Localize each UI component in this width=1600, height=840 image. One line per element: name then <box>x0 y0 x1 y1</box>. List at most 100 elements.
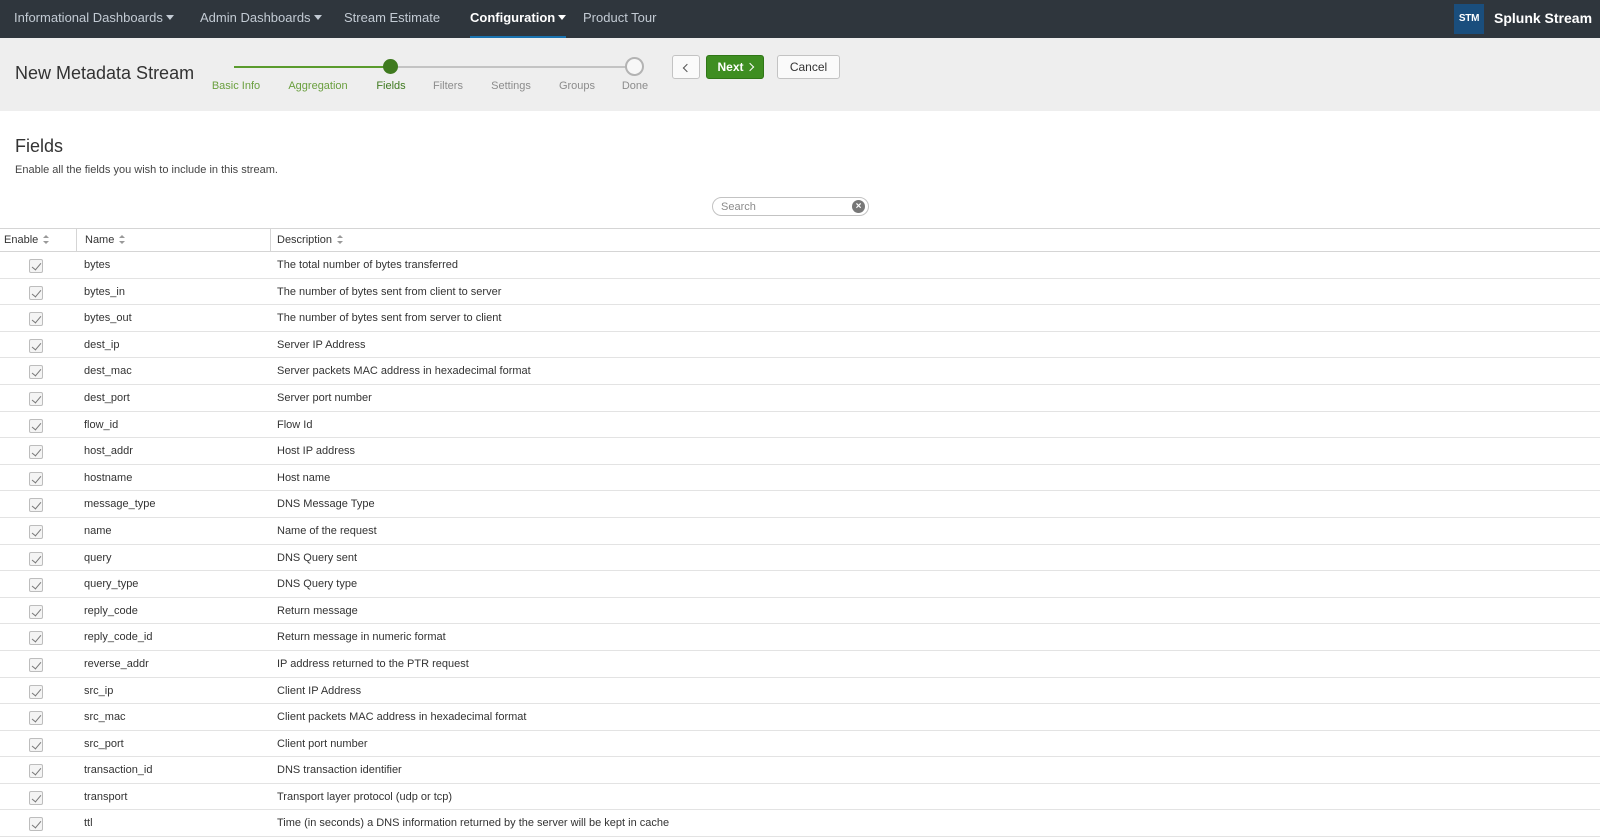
field-description: DNS transaction identifier <box>277 764 402 777</box>
field-name: dest_ip <box>84 338 120 351</box>
field-name: hostname <box>84 471 133 484</box>
field-description: Name of the request <box>277 524 377 537</box>
enable-checkbox[interactable] <box>29 498 43 513</box>
table-row: name Name of the request <box>0 518 1600 545</box>
app-title[interactable]: Splunk Stream <box>1494 0 1592 37</box>
cancel-button[interactable]: Cancel <box>777 55 840 79</box>
field-name: dest_port <box>84 391 130 404</box>
nav-product-tour[interactable]: Product Tour <box>583 0 656 38</box>
nav-label: Admin Dashboards <box>200 10 311 25</box>
enable-checkbox[interactable] <box>29 418 43 433</box>
enable-checkbox[interactable] <box>29 764 43 779</box>
field-name: message_type <box>84 498 156 511</box>
table-row: transport Transport layer protocol (udp o… <box>0 784 1600 811</box>
step-aggregation[interactable]: Aggregation <box>288 80 347 92</box>
field-description: Return message <box>277 604 358 617</box>
progress-line-pending <box>390 66 633 68</box>
nav-informational-dashboards[interactable]: Informational Dashboards <box>14 0 174 38</box>
chevron-right-icon <box>745 62 754 72</box>
step-fields[interactable]: Fields <box>376 80 405 92</box>
field-name: flow_id <box>84 418 119 431</box>
nav-admin-dashboards[interactable]: Admin Dashboards <box>200 0 322 38</box>
enable-checkbox[interactable] <box>29 445 43 460</box>
step-done: Done <box>621 80 649 92</box>
table-row: hostname Host name <box>0 465 1600 492</box>
app-badge[interactable]: STM <box>1454 4 1484 34</box>
clear-search-icon[interactable]: × <box>852 200 865 213</box>
table-row: reply_code_id Return message in numeric f… <box>0 624 1600 651</box>
nav-stream-estimate[interactable]: Stream Estimate <box>344 0 440 38</box>
column-header-name[interactable]: Name <box>85 229 126 251</box>
enable-checkbox[interactable] <box>29 285 43 300</box>
enable-checkbox[interactable] <box>29 524 43 539</box>
enable-checkbox[interactable] <box>29 737 43 752</box>
table-row: query DNS Query sent <box>0 545 1600 572</box>
field-description: Server IP Address <box>277 338 366 351</box>
progress-line-complete <box>234 66 390 68</box>
field-name: host_addr <box>84 445 133 458</box>
column-header-description[interactable]: Description <box>277 229 344 251</box>
sort-icon <box>337 235 344 244</box>
step-basic-info[interactable]: Basic Info <box>212 80 260 92</box>
table-row: host_addr Host IP address <box>0 438 1600 465</box>
enable-checkbox[interactable] <box>29 790 43 805</box>
field-name: dest_mac <box>84 365 132 378</box>
sort-icon <box>119 235 126 244</box>
enable-checkbox[interactable] <box>29 338 43 353</box>
column-label: Name <box>85 234 115 246</box>
table-row: dest_ip Server IP Address <box>0 332 1600 359</box>
table-row: flow_id Flow Id <box>0 412 1600 439</box>
enable-checkbox[interactable] <box>29 631 43 646</box>
enable-checkbox[interactable] <box>29 471 43 486</box>
column-divider <box>270 229 271 251</box>
enable-checkbox[interactable] <box>29 365 43 380</box>
enable-checkbox[interactable] <box>29 578 43 593</box>
field-description: Server packets MAC address in hexadecima… <box>277 365 531 378</box>
enable-checkbox[interactable] <box>29 259 43 273</box>
table-row: reverse_addr IP address returned to the P… <box>0 651 1600 678</box>
field-description: The number of bytes sent from client to … <box>277 285 502 298</box>
table-row: bytes_out The number of bytes sent from s… <box>0 305 1600 332</box>
enable-checkbox[interactable] <box>29 657 43 672</box>
enable-checkbox[interactable] <box>29 604 43 619</box>
field-description: Host IP address <box>277 445 356 458</box>
table-row: query_type DNS Query type <box>0 571 1600 598</box>
field-description: Time (in seconds) a DNS information retu… <box>277 817 670 830</box>
field-name: name <box>84 524 112 537</box>
enable-checkbox[interactable] <box>29 551 43 566</box>
enable-checkbox[interactable] <box>29 817 43 832</box>
step-filters: Filters <box>433 80 463 92</box>
enable-checkbox[interactable] <box>29 711 43 726</box>
field-name: reply_code <box>84 604 138 617</box>
section-title: Fields <box>15 136 64 156</box>
field-description: Transport layer protocol (udp or tcp) <box>277 790 453 803</box>
table-row: message_type DNS Message Type <box>0 491 1600 518</box>
caret-down-icon <box>558 15 567 20</box>
field-name: transaction_id <box>84 764 153 777</box>
nav-configuration[interactable]: Configuration <box>470 0 567 38</box>
table-row: ttl Time (in seconds) a DNS information r… <box>0 810 1600 838</box>
field-description: DNS Query type <box>277 578 358 591</box>
next-button[interactable]: Next <box>706 55 764 79</box>
column-header-enable[interactable]: Enable <box>4 229 50 251</box>
column-label: Description <box>277 234 333 246</box>
enable-checkbox[interactable] <box>29 684 43 699</box>
field-name: transport <box>84 790 128 803</box>
enable-checkbox[interactable] <box>29 312 43 327</box>
search-input[interactable] <box>721 199 841 214</box>
chevron-left-icon <box>682 63 692 73</box>
field-name: src_ip <box>84 684 114 697</box>
table-row: dest_port Server port number <box>0 385 1600 412</box>
field-description: Host name <box>277 471 331 484</box>
section-description: Enable all the fields you wish to includ… <box>15 164 278 176</box>
previous-button[interactable] <box>672 55 700 79</box>
fields-table: Enable Name Description bytes The total n… <box>0 228 1600 838</box>
table-body: bytes The total number of bytes transferr… <box>0 252 1600 838</box>
top-nav: Informational Dashboards Admin Dashboard… <box>0 0 1600 38</box>
nav-label: Stream Estimate <box>344 10 441 25</box>
page-title: New Metadata Stream <box>15 63 195 83</box>
enable-checkbox[interactable] <box>29 391 43 406</box>
table-row: bytes_in The number of bytes sent from cl… <box>0 279 1600 306</box>
nav-label: Informational Dashboards <box>14 10 163 25</box>
table-header: Enable Name Description <box>0 228 1600 252</box>
